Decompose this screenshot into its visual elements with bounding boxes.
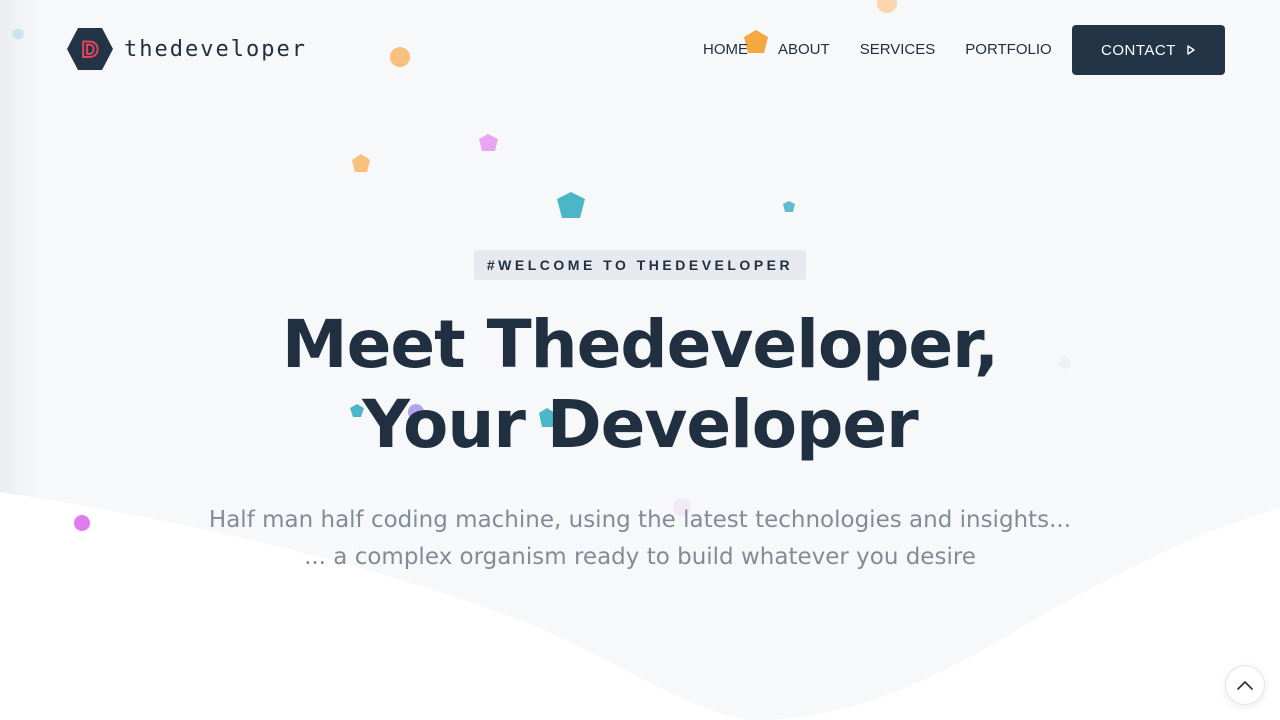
confetti-teal-hexagon bbox=[12, 28, 24, 40]
welcome-tag: #WELCOME TO THEDEVELOPER bbox=[474, 250, 806, 280]
nav-home[interactable]: HOME bbox=[703, 40, 748, 60]
hero-title: Meet Thedeveloper, Your Developer bbox=[0, 305, 1280, 465]
confetti-orange-pentagon-small bbox=[352, 154, 370, 172]
hero-title-line-2: Your Developer bbox=[362, 386, 918, 463]
svg-text:D: D bbox=[81, 38, 98, 62]
main-nav: HOME ABOUT SERVICES PORTFOLIO bbox=[703, 40, 1052, 60]
logo-hexagon-icon: D bbox=[67, 28, 113, 70]
confetti-teal-pentagon bbox=[557, 192, 585, 218]
scroll-to-top-button[interactable] bbox=[1225, 665, 1265, 705]
nav-services[interactable]: SERVICES bbox=[860, 40, 936, 60]
confetti-peach-circle bbox=[877, 0, 897, 13]
site-logo[interactable]: D thedeveloper bbox=[66, 27, 307, 71]
hero-title-line-1: Meet Thedeveloper, bbox=[281, 306, 999, 383]
confetti-pink-pentagon bbox=[479, 134, 498, 151]
chevron-up-icon bbox=[1237, 681, 1253, 690]
nav-about[interactable]: ABOUT bbox=[778, 40, 830, 60]
confetti-orange-circle bbox=[390, 47, 410, 67]
confetti-teal-pentagon-small bbox=[783, 201, 795, 212]
contact-button-label: CONTACT bbox=[1101, 41, 1176, 59]
brand-name: thedeveloper bbox=[124, 36, 307, 62]
hero-subtitle-line-2: ... a complex organism ready to build wh… bbox=[304, 544, 976, 570]
hero-subtitle-line-1: Half man half coding machine, using the … bbox=[208, 507, 1072, 533]
hero-subtitle: Half man half coding machine, using the … bbox=[0, 502, 1280, 576]
caret-right-icon bbox=[1187, 45, 1195, 55]
contact-button[interactable]: CONTACT bbox=[1072, 25, 1225, 75]
nav-portfolio[interactable]: PORTFOLIO bbox=[965, 40, 1051, 60]
